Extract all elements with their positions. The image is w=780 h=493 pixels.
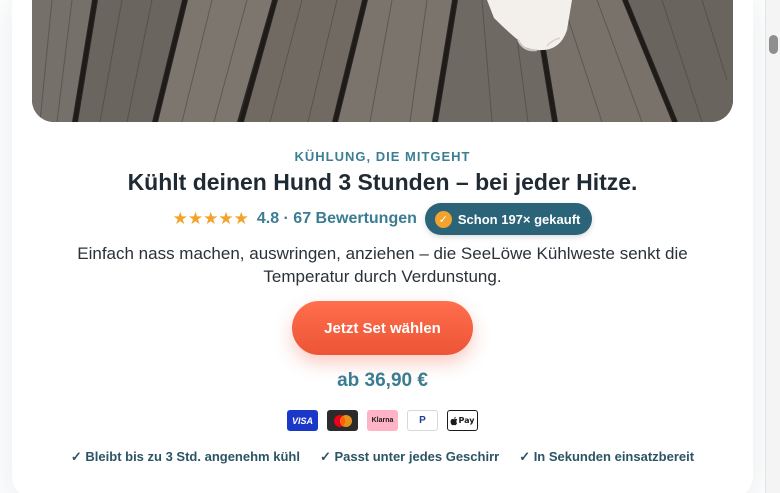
- benefit-item: ✓ Passt unter jedes Geschirr: [319, 449, 500, 464]
- hero-image: [32, 0, 733, 122]
- page-scrollbar[interactable]: [765, 0, 780, 493]
- visa-icon: VISA: [287, 410, 318, 431]
- benefit-item: ✓ In Sekunden einsatzbereit: [519, 449, 695, 464]
- apple-pay-label: Pay: [458, 416, 475, 425]
- price-label: ab 36,90 €: [337, 370, 428, 391]
- sold-count-badge: ✓ Schon 197× gekauft: [424, 203, 593, 235]
- rating-summary-link[interactable]: 4.8 · 67 Bewertungen: [257, 210, 417, 228]
- product-page: KÜHLUNG, DIE MITGEHT Kühlt deinen Hund 3…: [0, 0, 765, 493]
- apple-pay-icon: Pay: [447, 410, 478, 431]
- page-title: Kühlt deinen Hund 3 Stunden – bei jeder …: [127, 169, 638, 195]
- paypal-icon: P: [407, 410, 438, 431]
- scrollbar-thumb[interactable]: [769, 35, 778, 54]
- check-icon: ✓: [434, 210, 452, 228]
- payment-methods: VISA Klarna P Pay: [0, 410, 765, 431]
- benefits-list: ✓ Bleibt bis zu 3 Std. angenehm kühl ✓ P…: [0, 449, 765, 465]
- rating-row: ★★★★★ 4.8 · 67 Bewertungen ✓ Schon 197× …: [0, 203, 765, 235]
- product-description: Einfach nass machen, auswringen, anziehe…: [77, 244, 688, 286]
- klarna-icon: Klarna: [367, 410, 398, 431]
- choose-set-button[interactable]: Jetzt Set wählen: [292, 301, 473, 355]
- sold-count-text: Schon 197× gekauft: [457, 211, 581, 227]
- eyebrow-label: KÜHLUNG, DIE MITGEHT: [294, 149, 471, 164]
- star-rating-icon: ★★★★★: [172, 209, 249, 228]
- mastercard-icon: [327, 410, 358, 431]
- benefit-item: ✓ Bleibt bis zu 3 Std. angenehm kühl: [70, 449, 300, 464]
